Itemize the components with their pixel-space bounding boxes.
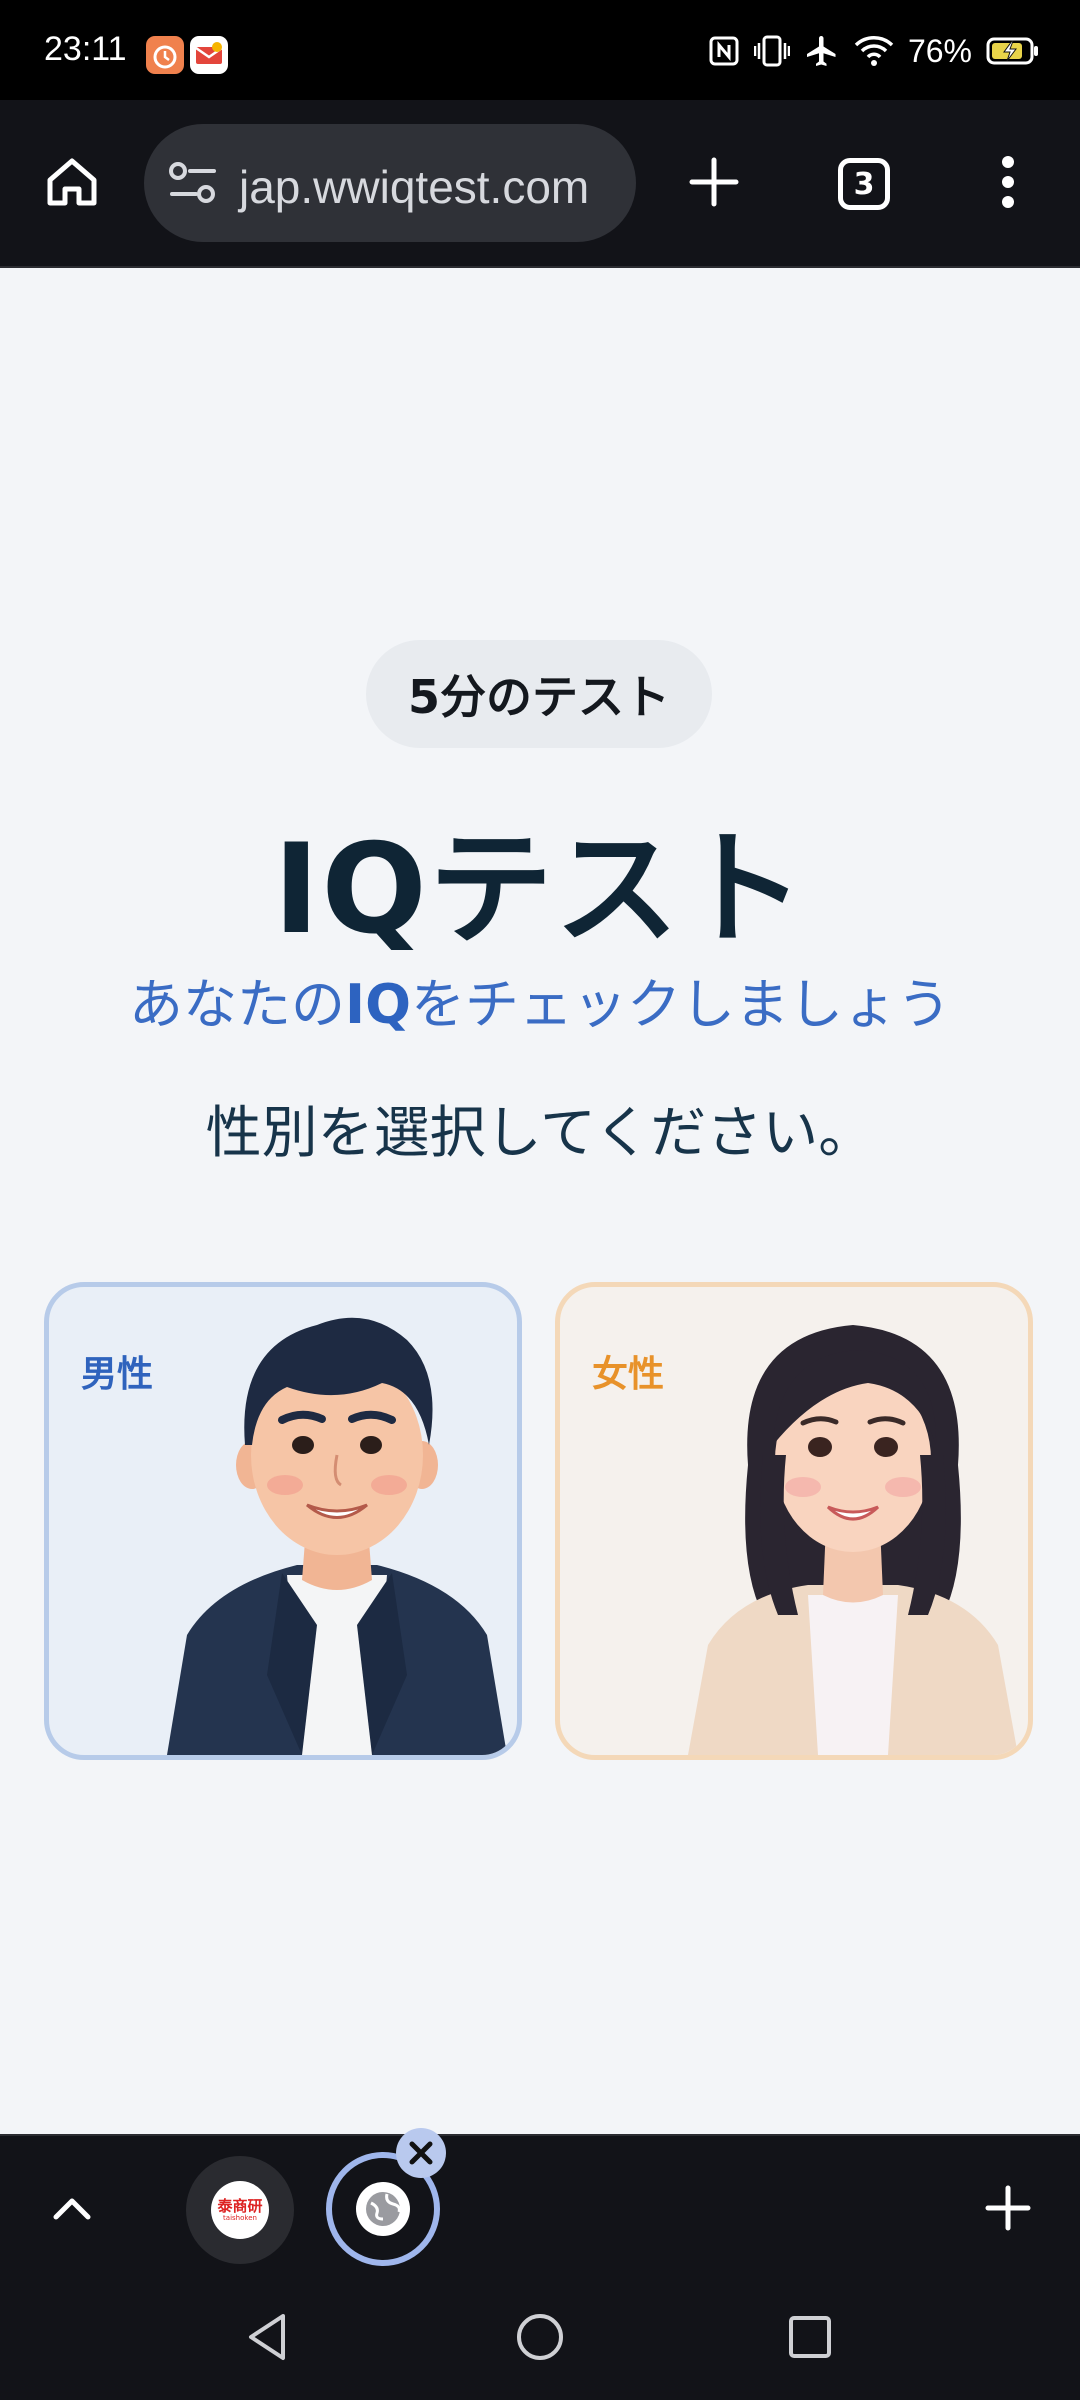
subtitle-text-2: をチェックしましょう [411, 973, 951, 1036]
nav-recents-button[interactable] [775, 2302, 845, 2372]
new-tab-button[interactable] [672, 140, 756, 224]
tab-favicon-1: 泰商研 taishoken [211, 2181, 269, 2239]
close-icon [409, 2141, 433, 2165]
bottom-tab-strip: 泰商研 taishoken [0, 2128, 1080, 2274]
close-tab-button[interactable] [396, 2128, 446, 2178]
duration-badge: 5分のテスト [366, 640, 712, 748]
tab-switcher-button[interactable]: 3 [822, 142, 906, 226]
female-option-card[interactable]: 女性 [555, 1282, 1033, 1760]
page-title: IQテスト [273, 818, 807, 962]
recents-square-icon [789, 2316, 831, 2358]
system-nav-bar [0, 2274, 1080, 2400]
globe-favicon-icon [356, 2182, 410, 2236]
chevron-up-icon [53, 2198, 91, 2220]
status-time: 23:11 [44, 30, 127, 68]
plus-icon [689, 157, 739, 207]
wifi-icon [854, 35, 894, 67]
more-vert-icon [1002, 156, 1014, 208]
page-subtitle: あなたのIQをチェックしましょう [0, 960, 1080, 1039]
tab-count: 3 [838, 158, 890, 210]
nfc-icon [708, 35, 740, 67]
favicon-text: 泰商研 [217, 2197, 263, 2215]
home-button[interactable] [30, 140, 114, 224]
screen: 23:11 76% jap.wwiqtest.com 3 5分のテスト IQテス… [0, 0, 1080, 2400]
male-option-card[interactable]: 男性 [44, 1282, 522, 1760]
subtitle-text-1: あなたの [129, 973, 345, 1036]
site-settings-icon[interactable] [168, 160, 218, 210]
alarm-icon [146, 36, 184, 74]
url-text[interactable]: jap.wwiqtest.com [239, 160, 589, 214]
airplane-icon [804, 33, 840, 69]
favicon-subtext: taishoken [223, 2214, 257, 2222]
battery-charging-icon [986, 36, 1040, 66]
male-avatar-illustration [167, 1317, 507, 1755]
home-circle-icon [517, 2314, 563, 2360]
mail-app-icon [190, 36, 228, 74]
back-triangle-icon [249, 2314, 285, 2360]
url-bar[interactable]: jap.wwiqtest.com [144, 124, 636, 242]
male-label: 男性 [81, 1354, 154, 1395]
gender-prompt: 性別を選択してください。 [205, 1101, 875, 1166]
expand-tabs-button[interactable] [30, 2166, 114, 2250]
vibrate-icon [753, 34, 790, 68]
battery-percent: 76% [907, 32, 972, 69]
nav-home-button[interactable] [505, 2302, 575, 2372]
tab-thumbnail-1[interactable]: 泰商研 taishoken [186, 2156, 294, 2264]
more-menu-button[interactable] [966, 140, 1050, 224]
page-content: 5分のテスト IQテスト あなたのIQをチェックしましょう 性別を選択してくださ… [0, 268, 1080, 2134]
strip-new-tab-button[interactable] [966, 2166, 1050, 2250]
plus-icon [985, 2185, 1031, 2231]
female-avatar-illustration [688, 1325, 1018, 1755]
home-icon [47, 158, 97, 206]
status-bar: 23:11 76% [0, 0, 1080, 100]
subtitle-iq: IQ [345, 973, 411, 1036]
nav-back-button[interactable] [232, 2302, 302, 2372]
browser-toolbar: jap.wwiqtest.com 3 [0, 100, 1080, 268]
status-icons: 76% [708, 28, 1040, 74]
female-label: 女性 [592, 1354, 665, 1395]
